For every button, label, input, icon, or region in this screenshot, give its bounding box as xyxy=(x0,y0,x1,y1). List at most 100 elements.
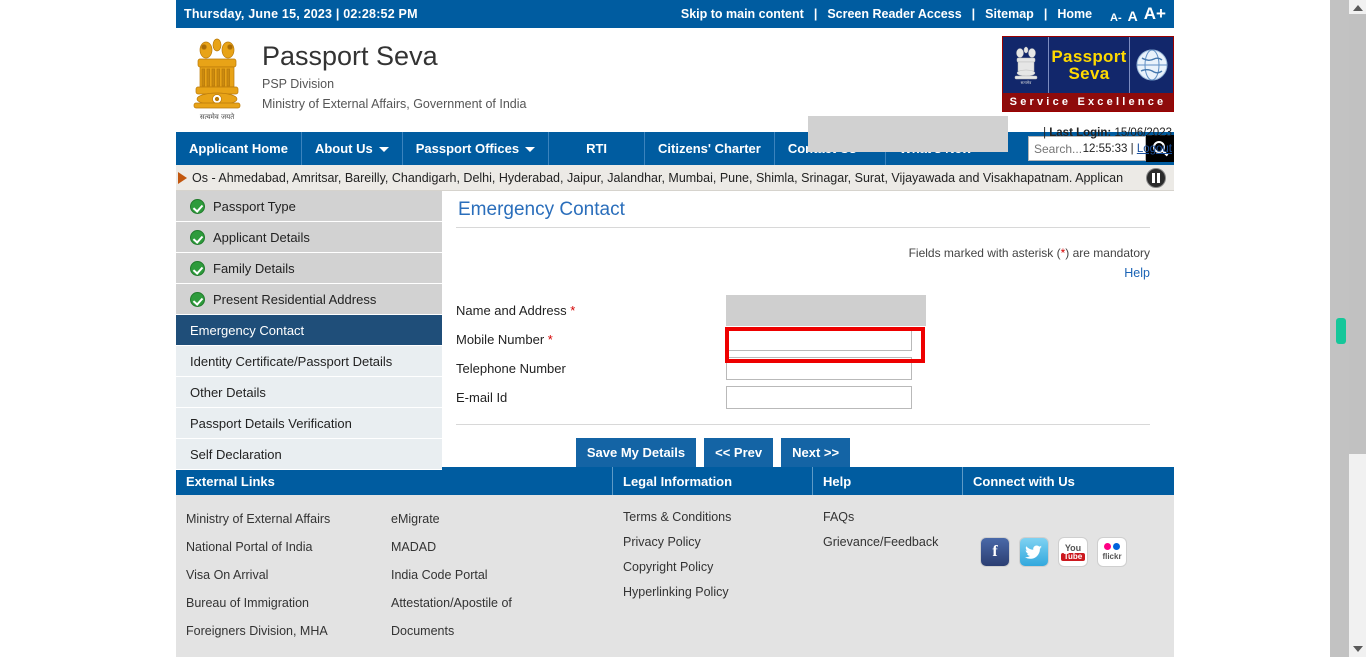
pause-icon[interactable] xyxy=(1146,167,1166,188)
last-login-info: | Last Login: 15/06/2023 12:55:33 | Logo… xyxy=(1043,126,1172,157)
footer-link[interactable]: National Portal of India xyxy=(186,533,381,561)
sitemap-link[interactable]: Sitemap xyxy=(977,7,1042,21)
form-row-mobile-number: Mobile Number * xyxy=(456,325,1150,354)
nav-applicant-home[interactable]: Applicant Home xyxy=(176,132,302,165)
passport-seva-logo: सत्यमेव Passport Seva Service Excellence xyxy=(1002,36,1174,112)
play-arrow-icon xyxy=(178,171,187,184)
footer-link[interactable]: Bureau of Immigration xyxy=(186,589,381,617)
scroll-down-arrow-icon[interactable] xyxy=(1353,646,1363,652)
sidebar-item-label: Other Details xyxy=(190,384,266,400)
footer-link[interactable]: MADAD xyxy=(391,533,613,561)
page-title: Passport Seva xyxy=(262,41,438,71)
nav-citizens-charter[interactable]: Citizens' Charter xyxy=(645,132,775,165)
separator: | xyxy=(813,7,818,21)
footer-link[interactable]: eMigrate xyxy=(391,505,613,533)
sidebar-item-applicant-details[interactable]: Applicant Details xyxy=(176,222,442,253)
logout-link[interactable]: Logout xyxy=(1137,143,1172,155)
check-icon xyxy=(190,229,205,245)
footer-header-help: Help xyxy=(813,467,963,495)
font-size-normal-button[interactable]: A xyxy=(1128,8,1138,24)
mandatory-fields-note: Fields marked with asterisk (*) are mand… xyxy=(456,246,1150,260)
sidebar-item-self-declaration[interactable]: Self Declaration xyxy=(176,439,442,470)
footer-link[interactable]: India Code Portal xyxy=(391,561,613,589)
screen-reader-access-link[interactable]: Screen Reader Access xyxy=(819,7,969,21)
mobile-number-field[interactable] xyxy=(726,328,912,351)
nav-passport-offices[interactable]: Passport Offices xyxy=(403,132,550,165)
required-asterisk: * xyxy=(547,332,553,347)
check-icon xyxy=(190,291,205,307)
sidebar-item-passport-details-verification[interactable]: Passport Details Verification xyxy=(176,408,442,439)
footer-link[interactable]: Copyright Policy xyxy=(623,555,813,580)
email-id-field[interactable] xyxy=(726,386,912,409)
home-link[interactable]: Home xyxy=(1049,7,1100,21)
nav-rti[interactable]: RTI xyxy=(549,132,646,165)
skip-to-main-content-link[interactable]: Skip to main content xyxy=(673,7,812,21)
brand-subtitle-ministry: Ministry of External Affairs, Government… xyxy=(262,97,527,112)
sidebar-item-other-details[interactable]: Other Details xyxy=(176,377,442,408)
footer-link[interactable]: Grievance/Feedback xyxy=(823,530,963,555)
footer-help-links: FAQs Grievance/Feedback xyxy=(813,505,963,657)
sidebar-item-emergency-contact[interactable]: Emergency Contact xyxy=(176,315,442,346)
page-gutter-right xyxy=(1174,0,1330,657)
next-button[interactable]: Next >> xyxy=(781,438,851,467)
sidebar-item-family-details[interactable]: Family Details xyxy=(176,253,442,284)
nav-about-us[interactable]: About Us xyxy=(302,132,403,165)
scrollbar-track[interactable] xyxy=(1349,0,1366,657)
footer-header-connect-with-us: Connect with Us xyxy=(973,473,1075,489)
mandatory-note-post: ) are mandatory xyxy=(1065,246,1150,260)
footer-header-legal-information: Legal Information xyxy=(613,467,813,495)
separator: | xyxy=(971,7,976,21)
logo-tagline: Service Excellence xyxy=(1003,93,1173,111)
footer-link[interactable]: Terms & Conditions xyxy=(623,505,813,530)
last-login-label: Last Login: xyxy=(1049,127,1112,139)
sidebar-item-present-residential-address[interactable]: Present Residential Address xyxy=(176,284,442,315)
save-my-details-button[interactable]: Save My Details xyxy=(575,438,697,467)
current-datetime: Thursday, June 15, 2023 | 02:28:52 PM xyxy=(184,7,418,21)
utility-links: Skip to main content | Screen Reader Acc… xyxy=(673,4,1166,24)
page-gutter-left xyxy=(0,0,176,657)
logo-word-passport: Passport xyxy=(1051,47,1127,66)
page-root: Thursday, June 15, 2023 | 02:28:52 PM Sk… xyxy=(0,0,1366,657)
browser-scrollbar-region xyxy=(1330,0,1366,657)
form-steps-sidebar: Passport Type Applicant Details Family D… xyxy=(176,191,442,470)
youtube-icon[interactable]: You Tube xyxy=(1058,537,1088,567)
sidebar-item-passport-type[interactable]: Passport Type xyxy=(176,191,442,222)
scroll-up-arrow-icon[interactable] xyxy=(1353,5,1363,11)
footer-link[interactable]: FAQs xyxy=(823,505,963,530)
footer-link[interactable]: Privacy Policy xyxy=(623,530,813,555)
footer-link[interactable]: Hyperlinking Policy xyxy=(623,580,813,605)
footer-header-external-links: External Links xyxy=(176,467,613,495)
brand-block: Passport Seva PSP Division Ministry of E… xyxy=(262,41,527,112)
sidebar-item-label: Family Details xyxy=(213,260,295,276)
panel-title: Emergency Contact xyxy=(456,191,1150,228)
font-size-increase-button[interactable]: A+ xyxy=(1144,4,1166,24)
font-size-decrease-button[interactable]: A- xyxy=(1110,12,1122,24)
sidebar-item-identity-certificate-passport-details[interactable]: Identity Certificate/Passport Details xyxy=(176,346,442,377)
footer-link[interactable]: Documents xyxy=(391,617,613,645)
twitter-icon[interactable] xyxy=(1019,537,1049,567)
last-login-time: 12:55:33 xyxy=(1082,142,1128,155)
sidebar-item-label: Passport Details Verification xyxy=(190,415,352,431)
masthead: सत्यमेव जयते Passport Seva PSP Division … xyxy=(176,28,1174,155)
svg-text:सत्यमेव जयते: सत्यमेव जयते xyxy=(200,112,235,121)
name-and-address-field[interactable] xyxy=(726,295,926,326)
help-link[interactable]: Help xyxy=(1124,266,1150,280)
scrollbar-thumb[interactable] xyxy=(1349,14,1366,454)
field-label-text: E-mail Id xyxy=(456,390,508,405)
separator: | xyxy=(1043,7,1048,21)
footer-link[interactable]: Visa On Arrival xyxy=(186,561,381,589)
telephone-number-field[interactable] xyxy=(726,357,912,380)
label-telephone-number: Telephone Number xyxy=(456,361,726,376)
footer-link[interactable]: Ministry of External Affairs xyxy=(186,505,381,533)
label-email-id: E-mail Id xyxy=(456,390,726,405)
scroll-position-marker xyxy=(1336,318,1346,344)
sidebar-item-label: Passport Type xyxy=(213,198,296,214)
top-utility-bar: Thursday, June 15, 2023 | 02:28:52 PM Sk… xyxy=(176,0,1174,28)
facebook-icon[interactable]: f xyxy=(980,537,1010,567)
chevron-down-icon xyxy=(378,147,389,152)
check-icon xyxy=(190,198,205,214)
flickr-icon[interactable]: flickr xyxy=(1097,537,1127,567)
prev-button[interactable]: << Prev xyxy=(704,438,774,467)
footer-link[interactable]: Foreigners Division, MHA xyxy=(186,617,381,645)
footer-link[interactable]: Attestation/Apostile of xyxy=(391,589,613,617)
